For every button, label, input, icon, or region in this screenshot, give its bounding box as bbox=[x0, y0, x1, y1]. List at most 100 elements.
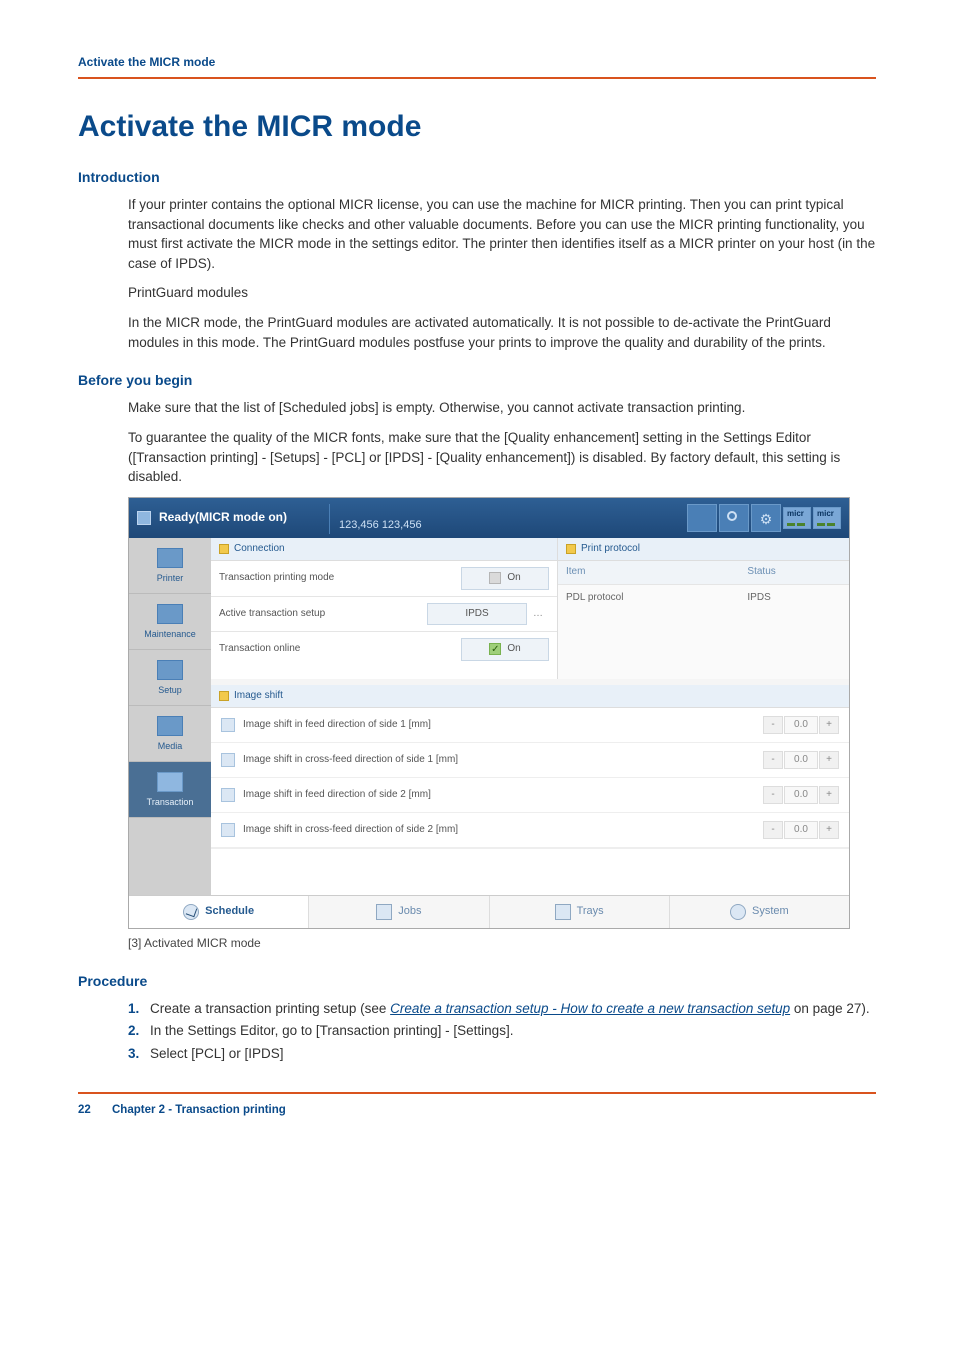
shift-label: Image shift in feed direction of side 2 … bbox=[243, 788, 755, 803]
step-text-b: on page 27). bbox=[790, 1001, 870, 1016]
micr-label: micr bbox=[817, 510, 837, 518]
sidebar-item-transaction[interactable]: Transaction bbox=[129, 762, 211, 818]
page-counter: 123,456 123,456 bbox=[339, 518, 422, 534]
sidebar-item-printer[interactable]: Printer bbox=[129, 538, 211, 594]
plus-button[interactable]: + bbox=[819, 786, 839, 804]
tab-label: System bbox=[752, 904, 789, 920]
before-p1: Make sure that the list of [Scheduled jo… bbox=[128, 398, 876, 418]
protocol-table: Item Status PDL protocol IPDS bbox=[558, 561, 849, 611]
shift-label: Image shift in cross-feed direction of s… bbox=[243, 753, 755, 768]
transaction-icon bbox=[157, 772, 183, 792]
pencil-icon bbox=[219, 544, 229, 554]
pencil-icon bbox=[219, 691, 229, 701]
plus-button[interactable]: + bbox=[819, 821, 839, 839]
before-p2: To guarantee the quality of the MICR fon… bbox=[128, 428, 876, 487]
sidebar-item-setup[interactable]: Setup bbox=[129, 650, 211, 706]
more-icon[interactable]: … bbox=[527, 607, 549, 622]
printer-status-icon[interactable] bbox=[687, 504, 717, 532]
micr-badge-1: micr bbox=[783, 507, 811, 529]
plus-button[interactable]: + bbox=[819, 716, 839, 734]
app-window: Ready(MICR mode on) 123,456 123,456 micr bbox=[128, 497, 850, 930]
panel-header-connection[interactable]: Connection bbox=[211, 538, 557, 562]
tab-jobs[interactable]: Jobs bbox=[309, 896, 489, 928]
toggle-value: On bbox=[507, 642, 520, 657]
figure-wrap: Ready(MICR mode on) 123,456 123,456 micr bbox=[128, 497, 876, 953]
pencil-icon bbox=[566, 544, 576, 554]
panel-title: Connection bbox=[234, 542, 285, 557]
step-text-a: Create a transaction printing setup (see bbox=[150, 1001, 390, 1016]
step-text: Select [PCL] or [IPDS] bbox=[150, 1046, 284, 1061]
setting-tpm: Transaction printing mode On bbox=[211, 561, 557, 597]
tol-toggle[interactable]: On bbox=[461, 638, 549, 661]
procedure-list: 1. Create a transaction printing setup (… bbox=[128, 999, 876, 1064]
minus-button[interactable]: - bbox=[763, 786, 783, 804]
sidebar-item-media[interactable]: Media bbox=[129, 706, 211, 762]
panel-header-protocol[interactable]: Print protocol bbox=[558, 538, 849, 562]
plus-button[interactable]: + bbox=[819, 751, 839, 769]
tab-system[interactable]: System bbox=[670, 896, 849, 928]
shift-icon bbox=[221, 788, 235, 802]
titlebar-left: Ready(MICR mode on) bbox=[137, 509, 287, 526]
maintenance-icon bbox=[157, 604, 183, 624]
shift-value[interactable]: 0.0 bbox=[784, 751, 818, 769]
minus-button[interactable]: - bbox=[763, 821, 783, 839]
intro-block: If your printer contains the optional MI… bbox=[128, 195, 876, 352]
table-row: PDL protocol IPDS bbox=[558, 584, 849, 611]
clock-icon bbox=[183, 904, 199, 920]
app-footer: Schedule Jobs Trays System bbox=[129, 895, 849, 928]
shift-row: Image shift in feed direction of side 1 … bbox=[211, 708, 849, 743]
col-item: Item bbox=[558, 561, 739, 584]
tpm-toggle[interactable]: On bbox=[461, 567, 549, 590]
shift-value[interactable]: 0.0 bbox=[784, 716, 818, 734]
shift-row: Image shift in feed direction of side 2 … bbox=[211, 778, 849, 813]
main-area: Connection Transaction printing mode On … bbox=[211, 538, 849, 896]
titlebar-right: micr micr bbox=[687, 504, 841, 532]
step-number: 3. bbox=[128, 1044, 139, 1064]
section-procedure-heading: Procedure bbox=[78, 971, 876, 991]
sidebar-item-maintenance[interactable]: Maintenance bbox=[129, 594, 211, 650]
shift-control: - 0.0 + bbox=[763, 716, 839, 734]
connection-row: Connection Transaction printing mode On … bbox=[211, 538, 849, 679]
tab-trays[interactable]: Trays bbox=[490, 896, 670, 928]
shift-row: Image shift in cross-feed direction of s… bbox=[211, 743, 849, 778]
page-footer: 22 Chapter 2 - Transaction printing bbox=[78, 1102, 876, 1119]
connection-panel: Connection Transaction printing mode On … bbox=[211, 538, 558, 679]
cell-status: IPDS bbox=[739, 584, 849, 611]
page-title: Activate the MICR mode bbox=[78, 105, 876, 149]
ats-select[interactable]: IPDS bbox=[427, 603, 527, 626]
panel-header-shift[interactable]: Image shift bbox=[211, 685, 849, 709]
footer-rule bbox=[78, 1092, 876, 1094]
zoom-icon[interactable] bbox=[719, 504, 749, 532]
image-shift-panel: Image shift Image shift in feed directio… bbox=[211, 685, 849, 896]
shift-label: Image shift in cross-feed direction of s… bbox=[243, 823, 755, 838]
shift-value[interactable]: 0.0 bbox=[784, 821, 818, 839]
intro-p1: If your printer contains the optional MI… bbox=[128, 195, 876, 273]
section-intro-heading: Introduction bbox=[78, 167, 876, 187]
list-item: 1. Create a transaction printing setup (… bbox=[128, 999, 876, 1019]
xref-link[interactable]: Create a transaction setup - How to crea… bbox=[390, 1001, 790, 1016]
sidebar: Printer Maintenance Setup Media bbox=[129, 538, 211, 896]
cell-item: PDL protocol bbox=[558, 584, 739, 611]
procedure-block: 1. Create a transaction printing setup (… bbox=[128, 999, 876, 1064]
shift-icon bbox=[221, 753, 235, 767]
step-text: In the Settings Editor, go to [Transacti… bbox=[150, 1023, 513, 1038]
settings-icon[interactable] bbox=[751, 504, 781, 532]
setup-icon bbox=[157, 660, 183, 680]
shift-label: Image shift in feed direction of side 1 … bbox=[243, 718, 755, 733]
intro-p3: In the MICR mode, the PrintGuard modules… bbox=[128, 313, 876, 352]
col-status: Status bbox=[739, 561, 849, 584]
tab-schedule[interactable]: Schedule bbox=[129, 896, 309, 928]
sidebar-label: Printer bbox=[129, 572, 211, 585]
section-before-heading: Before you begin bbox=[78, 370, 876, 390]
toggle-value: On bbox=[507, 571, 520, 586]
setting-label: Transaction online bbox=[219, 642, 461, 657]
app-titlebar: Ready(MICR mode on) 123,456 123,456 micr bbox=[129, 498, 849, 538]
shift-value[interactable]: 0.0 bbox=[784, 786, 818, 804]
setting-ats: Active transaction setup IPDS … bbox=[211, 597, 557, 633]
tab-label: Jobs bbox=[398, 904, 421, 920]
minus-button[interactable]: - bbox=[763, 751, 783, 769]
status-text: Ready(MICR mode on) bbox=[159, 509, 287, 526]
blank-area bbox=[211, 848, 849, 895]
list-item: 3. Select [PCL] or [IPDS] bbox=[128, 1044, 876, 1064]
minus-button[interactable]: - bbox=[763, 716, 783, 734]
